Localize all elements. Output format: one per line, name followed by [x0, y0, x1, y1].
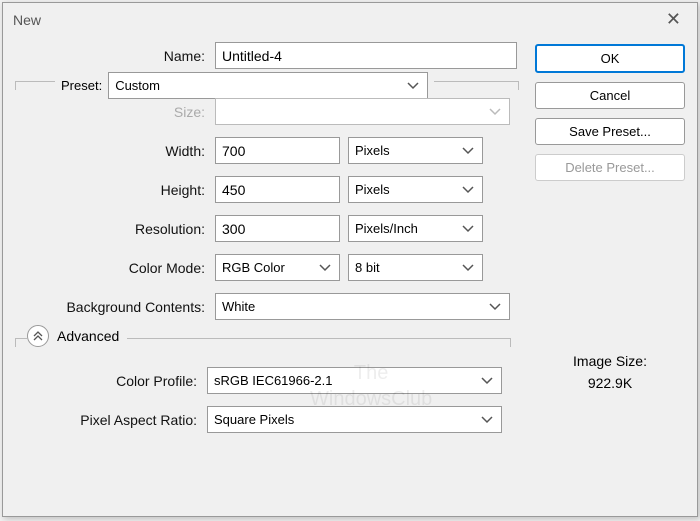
image-size-label: Image Size:	[535, 350, 685, 372]
cancel-button[interactable]: Cancel	[535, 82, 685, 109]
preset-select[interactable]: Custom	[108, 72, 428, 99]
height-input[interactable]	[215, 176, 340, 203]
resolution-unit-select[interactable]: Pixels/Inch	[348, 215, 483, 242]
chevron-down-icon	[489, 303, 501, 311]
chevron-down-icon	[462, 147, 474, 155]
advanced-toggle[interactable]	[27, 325, 49, 347]
double-chevron-up-icon	[33, 328, 43, 344]
colordepth-select[interactable]: 8 bit	[348, 254, 483, 281]
chevron-down-icon	[319, 264, 331, 272]
chevron-down-icon	[407, 82, 419, 90]
pixelaspect-label: Pixel Aspect Ratio:	[15, 412, 207, 428]
image-size-value: 922.9K	[535, 372, 685, 394]
preset-label: Preset:	[61, 78, 102, 93]
dialog-title: New	[13, 12, 41, 28]
chevron-down-icon	[481, 416, 493, 424]
colormode-select[interactable]: RGB Color	[215, 254, 340, 281]
close-icon[interactable]: ✕	[660, 9, 687, 30]
colormode-value: RGB Color	[222, 260, 285, 275]
image-size-readout: Image Size: 922.9K	[535, 350, 685, 395]
size-select	[215, 98, 510, 125]
delete-preset-button: Delete Preset...	[535, 154, 685, 181]
chevron-down-icon	[462, 225, 474, 233]
advanced-fieldset: Advanced Color Profile: sRGB IEC61966-2.…	[15, 338, 511, 441]
resolution-label: Resolution:	[15, 221, 215, 237]
advanced-label: Advanced	[57, 328, 119, 344]
name-label: Name:	[15, 48, 215, 64]
bgcontents-value: White	[222, 299, 255, 314]
colorprofile-label: Color Profile:	[15, 373, 207, 389]
chevron-down-icon	[481, 377, 493, 385]
ok-button[interactable]: OK	[535, 44, 685, 73]
height-unit-value: Pixels	[355, 182, 390, 197]
preset-fieldset: Preset: Custom Size:	[15, 81, 519, 447]
chevron-down-icon	[489, 108, 501, 116]
resolution-input[interactable]	[215, 215, 340, 242]
chevron-down-icon	[462, 264, 474, 272]
preset-value: Custom	[115, 78, 160, 93]
bgcontents-label: Background Contents:	[15, 299, 215, 315]
save-preset-button[interactable]: Save Preset...	[535, 118, 685, 145]
colorprofile-value: sRGB IEC61966-2.1	[214, 373, 333, 388]
size-label: Size:	[15, 104, 215, 120]
width-unit-value: Pixels	[355, 143, 390, 158]
colordepth-value: 8 bit	[355, 260, 380, 275]
titlebar: New ✕	[3, 3, 697, 34]
width-label: Width:	[15, 143, 215, 159]
colorprofile-select[interactable]: sRGB IEC61966-2.1	[207, 367, 502, 394]
pixelaspect-select[interactable]: Square Pixels	[207, 406, 502, 433]
colormode-label: Color Mode:	[15, 260, 215, 276]
name-input[interactable]	[215, 42, 517, 69]
height-label: Height:	[15, 182, 215, 198]
pixelaspect-value: Square Pixels	[214, 412, 294, 427]
width-input[interactable]	[215, 137, 340, 164]
height-unit-select[interactable]: Pixels	[348, 176, 483, 203]
resolution-unit-value: Pixels/Inch	[355, 221, 418, 236]
chevron-down-icon	[462, 186, 474, 194]
width-unit-select[interactable]: Pixels	[348, 137, 483, 164]
bgcontents-select[interactable]: White	[215, 293, 510, 320]
new-document-dialog: New ✕ Name: Preset: Custom Size:	[2, 2, 698, 517]
